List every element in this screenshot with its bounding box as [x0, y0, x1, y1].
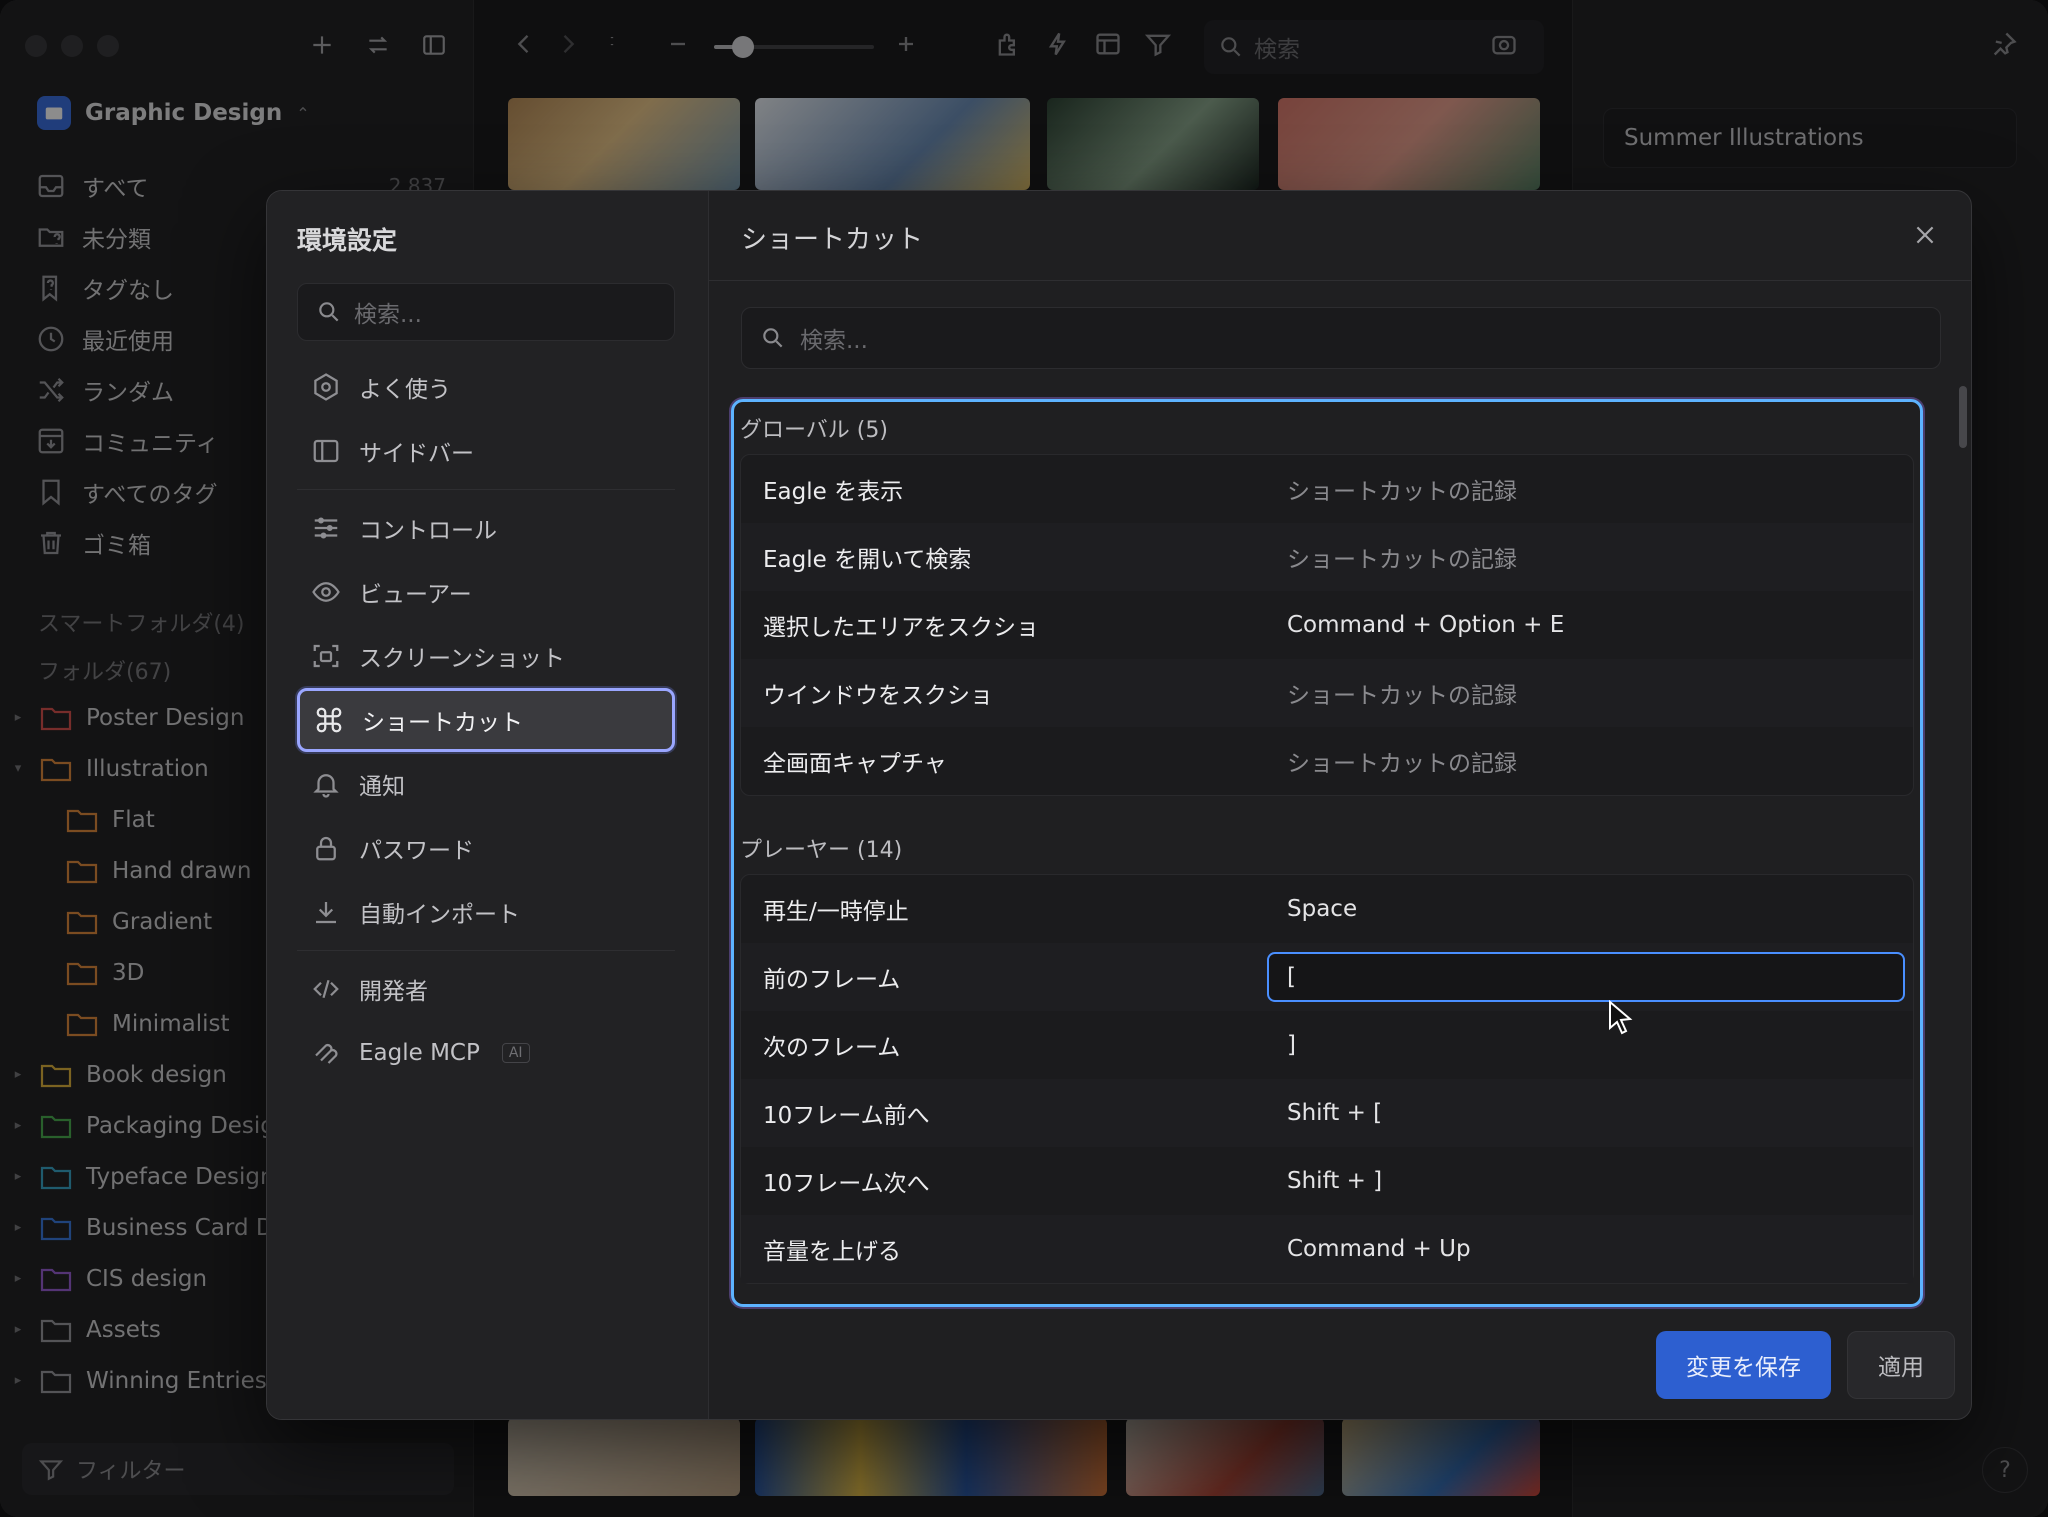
preferences-nav: よく使うサイドバーコントロール ビューアースクリーンショット ショートカット 通知パス…: [297, 355, 675, 1085]
shortcut-group: Eagle を表示 ショートカットの記録 Eagle を開いて検索 ショートカットの記…: [740, 454, 1914, 796]
shortcut-label: Eagle を開いて検索: [763, 547, 972, 573]
dialog-footer: 変更を保存 適用: [1656, 1331, 1955, 1399]
shortcut-row: ウインドウをスクショ ショートカットの記録: [741, 659, 1913, 727]
shortcut-recorder-field[interactable]: ショートカットの記録: [1285, 736, 1905, 786]
shortcut-row: Eagle を表示 ショートカットの記録: [741, 455, 1913, 523]
preferences-sidebar: 環境設定 検索... よく使うサイドバーコントロール ビューアースクリーンショット…: [267, 191, 709, 1419]
preferences-item[interactable]: ビューアー: [297, 560, 675, 624]
eye-icon: [312, 582, 340, 602]
sliders-icon: [314, 517, 338, 539]
mcp-icon: [315, 1044, 338, 1064]
preferences-item[interactable]: 開発者: [297, 957, 675, 1021]
preferences-dialog: 環境設定 検索... よく使うサイドバーコントロール ビューアースクリーンショット…: [266, 190, 1972, 1420]
shortcuts-search-input[interactable]: 検索...: [741, 307, 1941, 369]
lock-icon: [316, 836, 336, 861]
preferences-item-label: コントロール: [359, 518, 497, 544]
preferences-item[interactable]: ショートカット: [297, 688, 675, 752]
apply-button[interactable]: 適用: [1847, 1331, 1955, 1399]
preferences-item-label: スクリーンショット: [359, 646, 565, 672]
shortcut-label: Eagle を表示: [763, 479, 904, 505]
preferences-search-placeholder: 検索...: [354, 302, 422, 328]
pane-header: ショートカット: [709, 191, 1971, 281]
shortcut-row: 前のフレーム [: [741, 943, 1913, 1011]
shortcut-row: 選択したエリアをスクショ Command + Option + E: [741, 591, 1913, 659]
shortcut-row: 全画面キャプチャ ショートカットの記録: [741, 727, 1913, 795]
preferences-item-label: 開発者: [359, 979, 428, 1005]
preferences-item[interactable]: パスワード: [297, 816, 675, 880]
shortcuts-pane: ショートカット 検索... グローバル (5) Eagle を表示 ショートカットの…: [709, 191, 1971, 1419]
shortcut-group-title: グローバル (5): [740, 418, 888, 443]
shortcut-label: 10フレーム前へ: [763, 1103, 930, 1129]
shortcut-label: 再生/一時停止: [763, 899, 909, 925]
app-window: Graphic Design ⌃ すべて 2,837 未分類 タグなし 最近使用 ランダム…: [0, 0, 2048, 1517]
shortcut-row: 音量を上げる Command + Up: [741, 1215, 1913, 1283]
preferences-item-label: よく使う: [359, 377, 451, 403]
preferences-item-label: サイドバー: [359, 441, 474, 467]
shortcuts-search-placeholder: 検索...: [800, 328, 868, 354]
shortcut-row: 再生/一時停止 Space: [741, 875, 1913, 943]
shortcut-row: 次のフレーム]: [741, 1011, 1913, 1079]
preferences-item-label: パスワード: [359, 838, 474, 864]
pane-title: ショートカット: [741, 225, 924, 255]
shortcut-recorder-field[interactable]: ショートカットの記録: [1285, 464, 1905, 514]
shortcut-recorder-field[interactable]: Shift + ]: [1285, 1156, 1905, 1206]
close-icon[interactable]: [1907, 217, 1943, 253]
save-changes-button[interactable]: 変更を保存: [1656, 1331, 1831, 1399]
shortcut-label: 前のフレーム: [763, 967, 901, 993]
preferences-item-label: 自動インポート: [359, 902, 520, 928]
shortcut-recorder-field[interactable]: Shift + [: [1285, 1088, 1905, 1138]
preferences-item[interactable]: コントロール: [297, 496, 675, 560]
code-icon: [313, 979, 339, 999]
ai-badge: AI: [501, 1043, 530, 1063]
search-icon: [763, 328, 783, 348]
shortcut-recorder-field[interactable]: Command + Up: [1285, 1224, 1905, 1274]
shortcut-recorder-field[interactable]: [: [1267, 952, 1905, 1002]
download-icon: [316, 902, 336, 924]
shortcut-label: ウインドウをスクショ: [763, 683, 993, 709]
preferences-item[interactable]: スクリーンショット: [297, 624, 675, 688]
preferences-item-label: 通知: [359, 774, 405, 800]
separator: [297, 489, 675, 490]
preferences-item[interactable]: Eagle MCP AI: [297, 1021, 675, 1085]
preferences-search-input[interactable]: 検索...: [297, 283, 675, 341]
hexagon-gear-icon: [314, 373, 338, 401]
preferences-title: 環境設定: [297, 226, 398, 255]
sidebar-icon: [313, 439, 339, 463]
shortcut-label: 全画面キャプチャ: [763, 751, 947, 777]
shortcut-recorder-field[interactable]: ショートカットの記録: [1285, 668, 1905, 718]
shortcut-recorder-field[interactable]: Space: [1285, 884, 1905, 934]
screenshot-icon: [313, 644, 339, 668]
preferences-item-label: Eagle MCP: [359, 1040, 480, 1066]
shortcut-label: 選択したエリアをスクショ: [763, 615, 1039, 641]
preferences-item-label: ショートカット: [362, 710, 523, 736]
preferences-item[interactable]: サイドバー: [297, 419, 675, 483]
shortcut-label: 次のフレーム: [763, 1035, 901, 1061]
preferences-item[interactable]: よく使う: [297, 355, 675, 419]
shortcut-label: 10フレーム次へ: [763, 1171, 930, 1197]
shortcut-recorder-field[interactable]: ]: [1285, 1020, 1905, 1070]
shortcut-recorder-field[interactable]: ショートカットの記録: [1285, 532, 1905, 582]
bell-icon: [313, 774, 339, 798]
shortcut-group-title: プレーヤー (14): [740, 838, 903, 863]
shortcut-row: Eagle を開いて検索 ショートカットの記録: [741, 523, 1913, 591]
shortcut-row: 10フレーム前へ Shift + [: [741, 1079, 1913, 1147]
shortcuts-list: グローバル (5) Eagle を表示 ショートカットの記録 Eagle を開いて検索…: [731, 399, 1923, 1307]
separator: [297, 950, 675, 951]
shortcut-recorder-field[interactable]: Command + Option + E: [1285, 600, 1905, 650]
scrollbar[interactable]: [1959, 386, 1967, 448]
mouse-cursor-icon: [1609, 1000, 1633, 1035]
preferences-item-label: ビューアー: [359, 582, 472, 608]
preferences-item[interactable]: 通知: [297, 752, 675, 816]
shortcut-group: 再生/一時停止 Space 前のフレーム [ 次のフレーム] 10フレーム前へ Shift …: [740, 874, 1914, 1284]
preferences-item[interactable]: 自動インポート: [297, 880, 675, 944]
search-icon: [319, 302, 339, 322]
shortcut-label: 音量を上げる: [763, 1239, 901, 1265]
command-icon: [316, 707, 342, 733]
shortcut-row: 10フレーム次へ Shift + ]: [741, 1147, 1913, 1215]
